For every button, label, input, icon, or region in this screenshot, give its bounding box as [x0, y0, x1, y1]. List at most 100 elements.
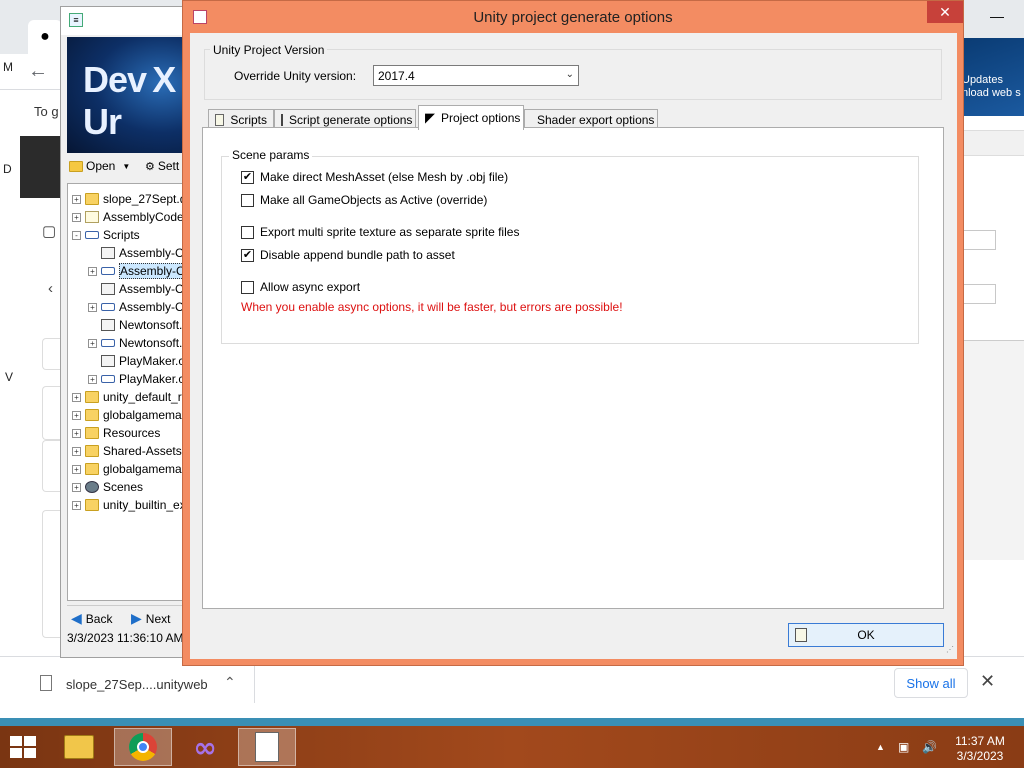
- tree-node[interactable]: Assembly-C: [88, 244, 184, 262]
- windows-start-icon[interactable]: [10, 736, 38, 760]
- visual-studio-taskbar-button[interactable]: ∞: [176, 728, 234, 766]
- expand-toggle-icon[interactable]: +: [72, 446, 81, 456]
- page-band: [958, 130, 1024, 156]
- tree-node[interactable]: Newtonsoft.: [88, 316, 182, 334]
- expand-toggle-icon[interactable]: +: [88, 338, 97, 348]
- back-label: Back: [85, 611, 113, 626]
- tree-node[interactable]: PlayMaker.c: [88, 352, 184, 370]
- dialog-title: Unity project generate options: [473, 9, 673, 26]
- settings-label: Sett: [157, 159, 180, 173]
- assembly-icon: [85, 231, 99, 239]
- tree-node[interactable]: - Scripts: [72, 226, 140, 244]
- script-icon: [101, 283, 115, 295]
- assetstudio-taskbar-button[interactable]: [238, 728, 296, 766]
- tree-node-label: Scenes: [103, 480, 144, 494]
- tree-node[interactable]: + Scenes: [72, 478, 143, 496]
- tree-node[interactable]: + Newtonsoft.: [88, 334, 182, 352]
- checkbox[interactable]: [241, 193, 254, 207]
- file-explorer-taskbar-button[interactable]: [50, 728, 108, 766]
- tree-node-label: globalgamemar: [103, 462, 185, 476]
- browser-tab[interactable]: ●: [28, 20, 62, 54]
- arrow-right-icon: ▶: [131, 610, 142, 626]
- expand-toggle-icon[interactable]: +: [88, 266, 97, 276]
- page-field[interactable]: [960, 230, 996, 250]
- expand-toggle-icon[interactable]: +: [72, 500, 81, 510]
- disable-bundle-path-option[interactable]: ✔ Disable append bundle path to asset: [241, 248, 455, 262]
- dialog-body: Unity Project Version Override Unity ver…: [190, 33, 957, 659]
- chevron-left-icon[interactable]: ‹: [48, 280, 53, 297]
- tree-node[interactable]: + unity_builtin_ex: [72, 496, 184, 514]
- close-button[interactable]: ✕: [927, 1, 963, 23]
- page-panel: [958, 340, 1024, 560]
- browser-back-icon[interactable]: ←: [28, 60, 48, 83]
- chevron-up-icon[interactable]: ⌃: [224, 674, 236, 691]
- page-field[interactable]: [960, 284, 996, 304]
- checkbox[interactable]: ✔: [241, 248, 254, 262]
- tree-node[interactable]: + Shared-Assets: [72, 442, 182, 460]
- device-icon[interactable]: ▢: [42, 222, 56, 240]
- unity-version-select[interactable]: 2017.4 ⌄: [373, 65, 579, 86]
- tree-node[interactable]: + AssemblyCode: [72, 208, 184, 226]
- minimize-icon[interactable]: —: [990, 8, 1004, 24]
- folder-icon: [85, 445, 99, 457]
- make-gameobjects-active-option[interactable]: Make all GameObjects as Active (override…: [241, 193, 487, 207]
- chrome-taskbar-button[interactable]: [114, 728, 172, 766]
- tab-project-options[interactable]: ◤ Project options: [418, 105, 524, 130]
- close-icon[interactable]: ✕: [980, 671, 995, 692]
- show-all-button[interactable]: Show all: [894, 668, 968, 698]
- assetstudio-titlebar[interactable]: ≡: [61, 7, 185, 35]
- tree-node[interactable]: + slope_27Sept.d: [72, 190, 184, 208]
- ok-label: OK: [857, 628, 875, 642]
- allow-async-export-option[interactable]: Allow async export: [241, 280, 360, 294]
- override-version-label: Override Unity version:: [234, 69, 357, 83]
- volume-icon[interactable]: 🔊: [922, 740, 937, 754]
- next-button[interactable]: ▶ Next: [131, 610, 170, 627]
- chrome-icon: [129, 733, 157, 761]
- assembly-icon: [101, 339, 115, 347]
- expand-toggle-icon[interactable]: +: [72, 194, 81, 204]
- tab-script-generate-options[interactable]: Script generate options: [274, 109, 416, 129]
- tree-node[interactable]: Assembly-C: [88, 280, 184, 298]
- dialog-titlebar[interactable]: Unity project generate options ✕: [183, 1, 963, 33]
- project-options-dialog: Unity project generate options ✕ Unity P…: [182, 0, 964, 666]
- assembly-icon: [101, 375, 115, 383]
- expand-toggle-icon[interactable]: +: [72, 410, 81, 420]
- tree-node[interactable]: + Assembly-C: [88, 262, 184, 280]
- tree-node[interactable]: + globalgamemar: [72, 406, 184, 424]
- expand-toggle-icon[interactable]: +: [88, 374, 97, 384]
- open-button[interactable]: Open ▼: [69, 159, 130, 173]
- tree-node[interactable]: + Assembly-C: [88, 298, 184, 316]
- checkbox[interactable]: [241, 225, 254, 239]
- export-multi-sprite-option[interactable]: Export multi sprite texture as separate …: [241, 225, 519, 239]
- expand-toggle-icon[interactable]: +: [72, 392, 81, 402]
- expand-toggle-icon[interactable]: +: [72, 464, 81, 474]
- taskbar: ∞ ▲ ▣ 🔊 11:37 AM 3/3/2023: [0, 726, 1024, 768]
- expand-toggle-icon[interactable]: +: [72, 482, 81, 492]
- settings-button[interactable]: ⚙ Sett: [145, 159, 179, 173]
- expand-toggle-icon[interactable]: +: [88, 302, 97, 312]
- tree-node[interactable]: + unity_default_r: [72, 388, 182, 406]
- script-icon: [101, 247, 115, 259]
- make-direct-meshasset-option[interactable]: ✔ Make direct MeshAsset (else Mesh by .o…: [241, 170, 508, 184]
- folder-icon: [85, 409, 99, 421]
- back-button[interactable]: ◀ Back: [71, 610, 112, 627]
- collapse-toggle-icon[interactable]: -: [72, 230, 81, 240]
- system-clock[interactable]: 11:37 AM 3/3/2023: [948, 734, 1012, 764]
- expand-toggle-icon[interactable]: +: [72, 212, 81, 222]
- tray-overflow-icon[interactable]: ▲: [876, 742, 885, 752]
- checkbox[interactable]: [241, 280, 254, 294]
- download-filename[interactable]: slope_27Sep....unityweb: [66, 677, 208, 692]
- tree-node[interactable]: + PlayMaker.c: [88, 370, 184, 388]
- tab-shader-export-options[interactable]: Shader export options: [524, 109, 658, 129]
- checkbox[interactable]: ✔: [241, 170, 254, 184]
- tree-node[interactable]: + Resources: [72, 424, 160, 442]
- expand-toggle-icon[interactable]: +: [72, 428, 81, 438]
- network-icon[interactable]: ▣: [898, 740, 909, 754]
- folder-icon: [85, 193, 99, 205]
- tree-navigation: ◀ Back ▶ Next: [67, 605, 185, 631]
- tree-node[interactable]: + globalgamemar: [72, 460, 185, 478]
- script-icon: [101, 355, 115, 367]
- resize-grip-icon[interactable]: ⋰: [946, 645, 954, 654]
- tab-scripts[interactable]: Scripts: [208, 109, 274, 129]
- ok-button[interactable]: OK: [788, 623, 944, 647]
